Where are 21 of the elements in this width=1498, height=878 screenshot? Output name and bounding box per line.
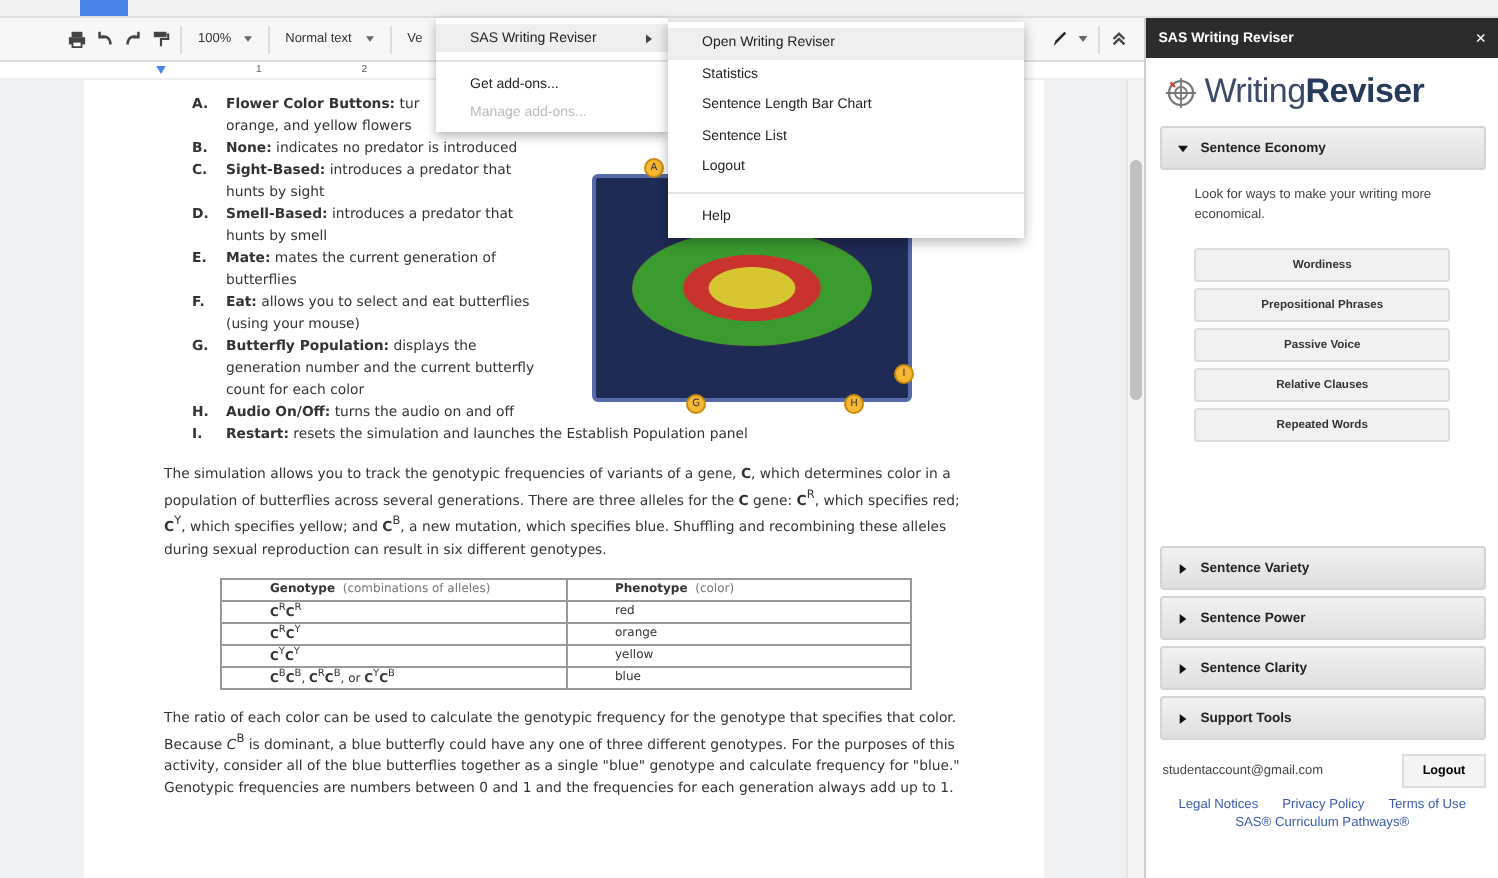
disclosure-triangle-icon	[1178, 613, 1189, 623]
submenu-arrow-icon	[646, 33, 652, 43]
disclosure-triangle-icon	[1178, 563, 1189, 573]
disclosure-triangle-icon	[1178, 143, 1189, 153]
indent-marker-icon[interactable]	[156, 66, 166, 74]
paint-format-icon[interactable]	[152, 30, 170, 48]
pen-icon[interactable]	[1050, 30, 1069, 48]
close-button[interactable]: ×	[1475, 28, 1486, 48]
undo-icon[interactable]	[96, 30, 114, 48]
caret-icon	[365, 36, 374, 42]
writing-reviser-logo: WritingReviser	[1204, 72, 1425, 112]
scrollbar-thumb[interactable]	[1130, 160, 1143, 400]
disclosure-triangle-icon	[1178, 663, 1189, 673]
docs-logo-icon	[80, 0, 128, 16]
caret-icon[interactable]	[1078, 36, 1089, 42]
caret-icon	[243, 36, 252, 42]
redo-icon[interactable]	[124, 30, 142, 48]
crosshair-logo-icon	[1166, 77, 1197, 107]
disclosure-triangle-icon	[1178, 713, 1189, 723]
print-icon[interactable]	[68, 30, 86, 48]
collapse-icon[interactable]	[1110, 30, 1129, 48]
